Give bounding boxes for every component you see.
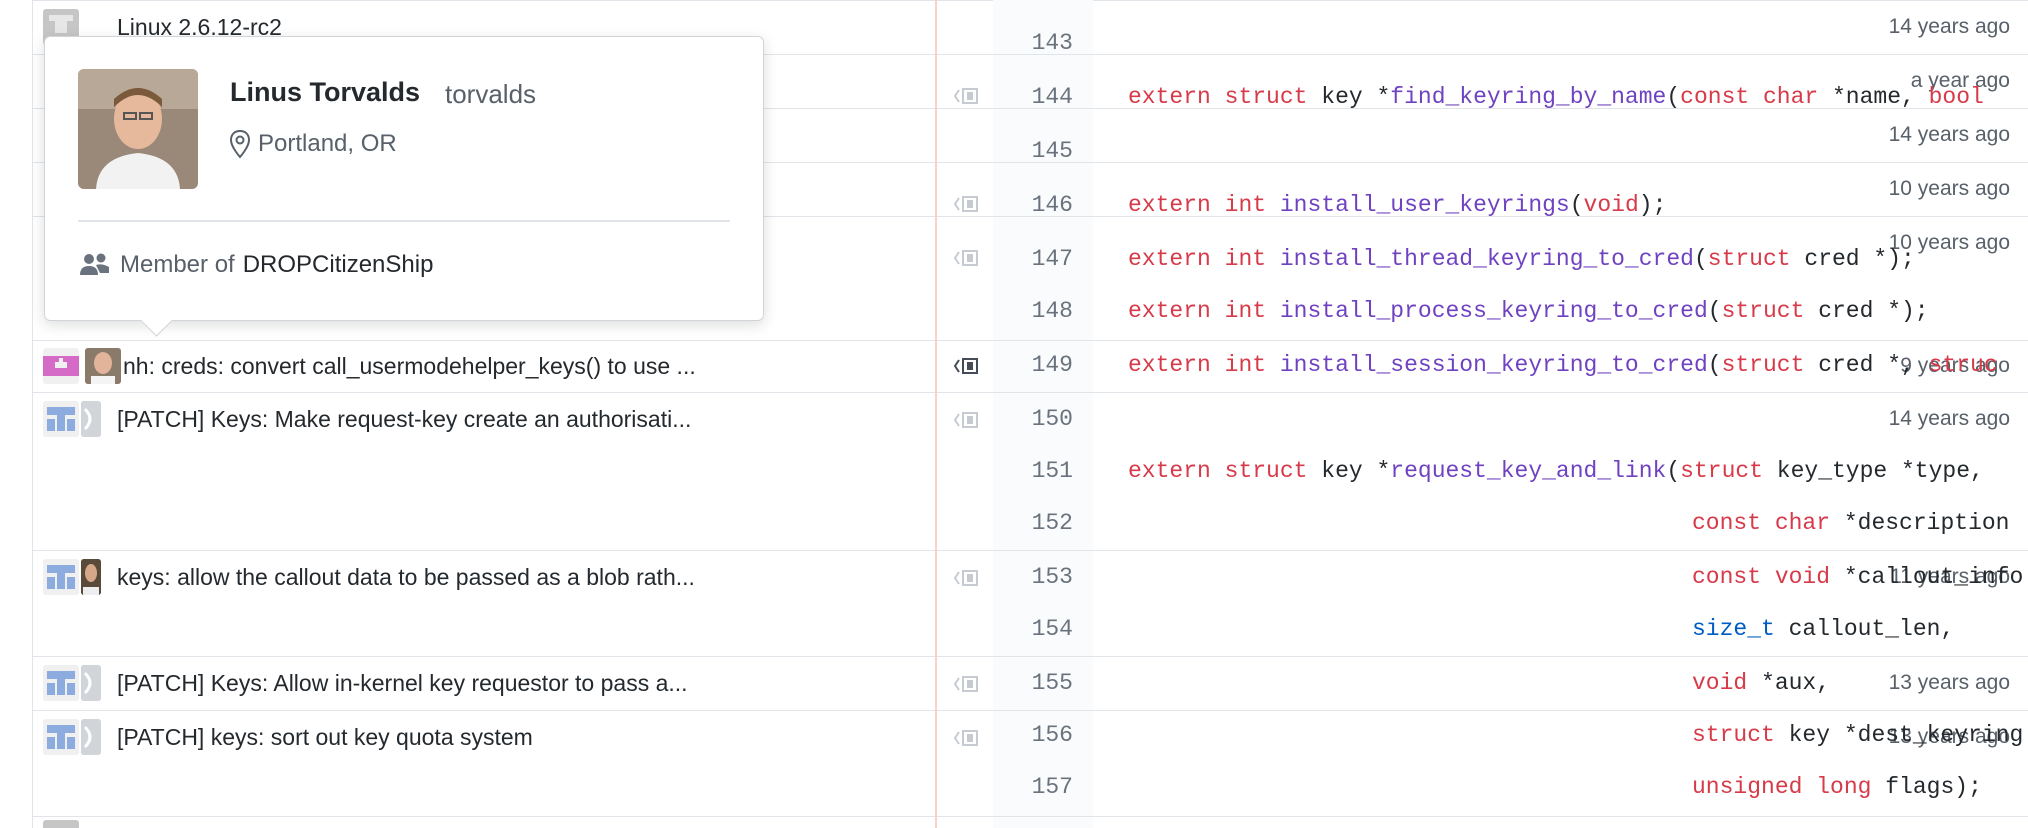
code-line: extern int install_process_keyring_to_cr… [1128, 298, 1929, 324]
blame-commit[interactable]: nh: creds: convert call_usermodehelper_k… [33, 340, 935, 392]
reblame-icon[interactable] [952, 248, 982, 268]
commit-age: 14 years ago [1888, 407, 2010, 430]
commit-age: 13 years ago [1888, 671, 2010, 694]
code-line: const char *description [1692, 510, 2010, 536]
user-location: Portland, OR [229, 129, 397, 159]
code-line: extern int install_user_keyrings(void); [1128, 192, 1667, 218]
commit-message[interactable]: [PATCH] Keys: Allow in-kernel key reques… [117, 670, 757, 697]
user-avatar [81, 665, 101, 701]
identicon-avatar [43, 665, 79, 701]
line-number[interactable]: 148 [993, 298, 1073, 324]
identicon-avatar [43, 401, 79, 437]
identicon-avatar [43, 719, 79, 755]
commit-age: 14 years ago [1888, 15, 2010, 38]
commit-message[interactable]: [PATCH] keys: sort out key quota system [117, 724, 757, 751]
member-of-label: Member of [120, 251, 235, 278]
commit-avatars[interactable] [43, 399, 113, 439]
location-pin-icon [229, 129, 251, 159]
line-number[interactable]: 145 [993, 138, 1073, 164]
commit-message[interactable]: [PATCH] Keys: Make request-key create an… [117, 406, 757, 433]
user-login[interactable]: torvalds [445, 79, 536, 110]
commit-avatars[interactable] [43, 557, 113, 597]
commit-avatars[interactable] [43, 717, 113, 757]
reblame-icon[interactable] [952, 728, 982, 748]
blame-commit[interactable]: keys: allow the callout data to be passe… [33, 550, 935, 604]
blame-commit[interactable]: [PATCH] Keys: Make request-key create an… [33, 392, 935, 446]
code-line: struct key *dest_keyring [1692, 722, 2024, 748]
line-number[interactable]: 152 [993, 510, 1073, 536]
hovercard-divider [78, 220, 730, 222]
blame-commit[interactable]: [PATCH] Keys: Allow in-kernel key reques… [33, 656, 935, 710]
line-number[interactable]: 153 [993, 564, 1073, 590]
commit-age: 10 years ago [1888, 177, 2010, 200]
location-text: Portland, OR [258, 130, 397, 157]
user-avatar [85, 348, 121, 384]
people-icon [78, 251, 112, 279]
code-line: extern struct key *request_key_and_link(… [1128, 458, 1984, 484]
commit-avatars[interactable] [43, 346, 121, 386]
line-number[interactable]: 154 [993, 616, 1073, 642]
user-avatar [81, 559, 101, 595]
code-line: extern int install_thread_keyring_to_cre… [1128, 246, 1915, 272]
user-fullname[interactable]: Linus Torvalds [230, 77, 420, 108]
line-number[interactable]: 147 [993, 246, 1073, 272]
left-gutter [0, 0, 33, 828]
membership: Member of DROPCitizenShip [78, 251, 433, 279]
line-number[interactable]: 144 [993, 84, 1073, 110]
reblame-icon[interactable] [952, 410, 982, 430]
code-line: const void *callout_info [1692, 564, 2024, 590]
user-avatar-large[interactable] [78, 69, 198, 189]
code-line: unsigned long flags); [1692, 774, 1982, 800]
identicon-avatar [43, 820, 79, 828]
blame-hunk [33, 816, 2028, 828]
user-avatar [81, 401, 101, 437]
code-line: extern struct key *find_keyring_by_name(… [1128, 84, 1984, 110]
reblame-icon[interactable] [952, 86, 982, 106]
line-number[interactable]: 149 [993, 352, 1073, 378]
reblame-icon[interactable] [952, 568, 982, 588]
code-line: void *aux, [1692, 670, 1831, 696]
user-avatar [81, 719, 101, 755]
line-number[interactable]: 155 [993, 670, 1073, 696]
identicon-avatar [43, 559, 79, 595]
line-number[interactable]: 150 [993, 406, 1073, 432]
line-number[interactable]: 143 [993, 30, 1073, 56]
reblame-icon[interactable] [952, 194, 982, 214]
identicon-avatar [43, 348, 79, 384]
reblame-icon[interactable] [952, 674, 982, 694]
org-link[interactable]: DROPCitizenShip [243, 251, 434, 279]
commit-message[interactable]: keys: allow the callout data to be passe… [117, 564, 757, 591]
code-line: extern int install_session_keyring_to_cr… [1128, 352, 1998, 378]
line-number[interactable]: 156 [993, 722, 1073, 748]
commit-age: 14 years ago [1888, 123, 2010, 146]
line-number[interactable]: 151 [993, 458, 1073, 484]
user-hovercard[interactable]: Linus Torvalds torvalds Portland, OR Mem… [44, 36, 764, 337]
line-number[interactable]: 157 [993, 774, 1073, 800]
line-number[interactable]: 146 [993, 192, 1073, 218]
reblame-icon[interactable] [952, 356, 982, 376]
commit-message[interactable]: nh: creds: convert call_usermodehelper_k… [123, 353, 743, 380]
code-line: size_t callout_len, [1692, 616, 1955, 642]
blame-commit[interactable]: [PATCH] keys: sort out key quota system [33, 710, 935, 764]
commit-avatars[interactable] [43, 663, 113, 703]
